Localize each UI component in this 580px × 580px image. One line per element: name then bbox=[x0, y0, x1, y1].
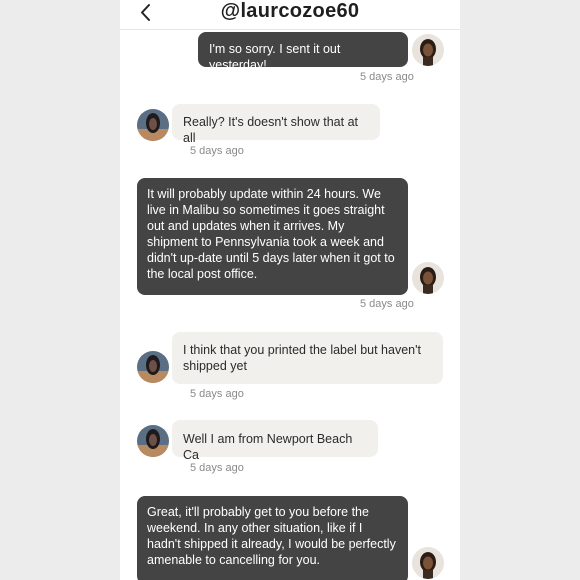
message-bubble-sent[interactable]: I'm so sorry. I sent it out yesterday! bbox=[198, 32, 408, 72]
message-text: Really? It's doesn't show that at all bbox=[183, 115, 359, 145]
message-text: I think that you printed the label but h… bbox=[183, 343, 421, 373]
contact-avatar[interactable] bbox=[137, 425, 169, 457]
message-text: I'm so sorry. I sent it out yesterday! bbox=[209, 42, 341, 72]
user-avatar[interactable] bbox=[412, 262, 444, 294]
message-bubble-received[interactable]: I think that you printed the label but h… bbox=[172, 332, 443, 384]
message-timestamp: 5 days ago bbox=[360, 71, 414, 83]
message-bubble-received[interactable]: Really? It's doesn't show that at all bbox=[172, 104, 380, 145]
message-timestamp: 5 days ago bbox=[190, 388, 244, 400]
message-bubble-sent[interactable]: It will probably update within 24 hours.… bbox=[137, 178, 408, 295]
chat-screen: @laurcozoe60 I'm so sorry. I sent it out… bbox=[120, 0, 460, 580]
message-timestamp: 5 days ago bbox=[190, 462, 244, 474]
message-timestamp: 5 days ago bbox=[360, 298, 414, 310]
message-text: It will probably update within 24 hours.… bbox=[147, 187, 395, 281]
message-text: Great, it'll probably get to you before … bbox=[147, 505, 396, 567]
message-bubble-received[interactable]: Well I am from Newport Beach Ca bbox=[172, 420, 378, 462]
contact-avatar[interactable] bbox=[137, 351, 169, 383]
contact-avatar[interactable] bbox=[137, 109, 169, 141]
chat-header: @laurcozoe60 bbox=[120, 0, 460, 30]
user-avatar[interactable] bbox=[412, 34, 444, 66]
message-text: Well I am from Newport Beach Ca bbox=[183, 432, 353, 462]
message-timestamp: 5 days ago bbox=[190, 145, 244, 157]
message-bubble-sent[interactable]: Great, it'll probably get to you before … bbox=[137, 496, 408, 580]
user-avatar[interactable] bbox=[412, 547, 444, 579]
page-title: @laurcozoe60 bbox=[220, 0, 360, 22]
